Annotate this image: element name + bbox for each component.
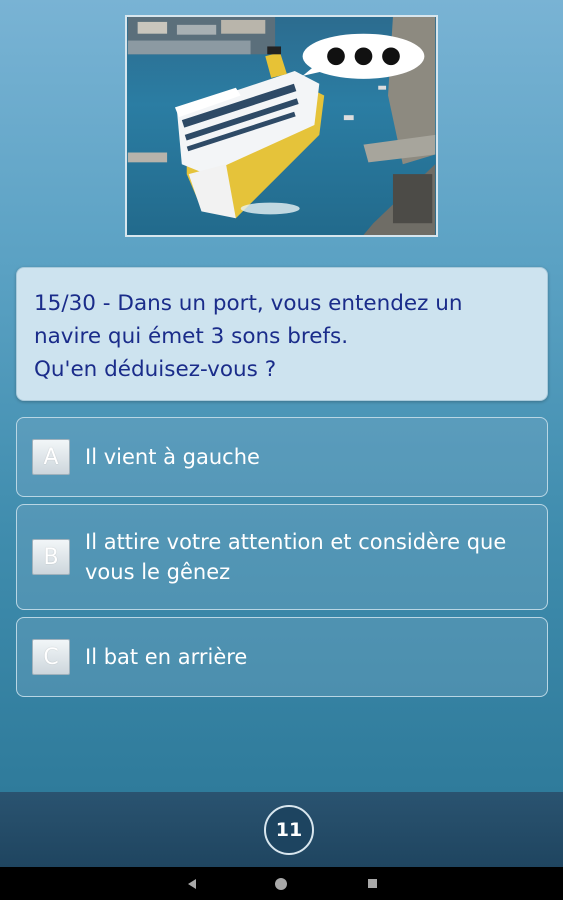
answer-option-c[interactable]: C Il bat en arrière: [16, 617, 548, 697]
triangle-back-icon[interactable]: [186, 878, 198, 890]
answer-letter-c: C: [32, 639, 70, 675]
answer-text-b: Il attire votre attention et considère q…: [85, 530, 507, 584]
sound-signal-icon: [302, 33, 425, 79]
answer-option-b[interactable]: B Il attire votre attention et considère…: [16, 504, 548, 610]
question-illustration: [125, 15, 438, 237]
system-nav-bar: [0, 867, 563, 900]
square-recents-icon[interactable]: [368, 879, 377, 888]
question-text: 15/30 - Dans un port, vous entendez un n…: [34, 291, 463, 382]
answer-text-a: Il vient à gauche: [85, 445, 260, 469]
answer-letter-a: A: [32, 439, 70, 475]
bottom-bar: 11: [0, 792, 563, 867]
circle-home-icon[interactable]: [275, 878, 287, 890]
answer-text-c: Il bat en arrière: [85, 645, 248, 669]
answer-option-a[interactable]: A Il vient à gauche: [16, 417, 548, 497]
answer-letter-b: B: [32, 539, 70, 575]
ship-harbor-image: [127, 17, 436, 235]
question-card: 15/30 - Dans un port, vous entendez un n…: [16, 267, 548, 401]
question-counter-button[interactable]: 11: [264, 805, 314, 855]
